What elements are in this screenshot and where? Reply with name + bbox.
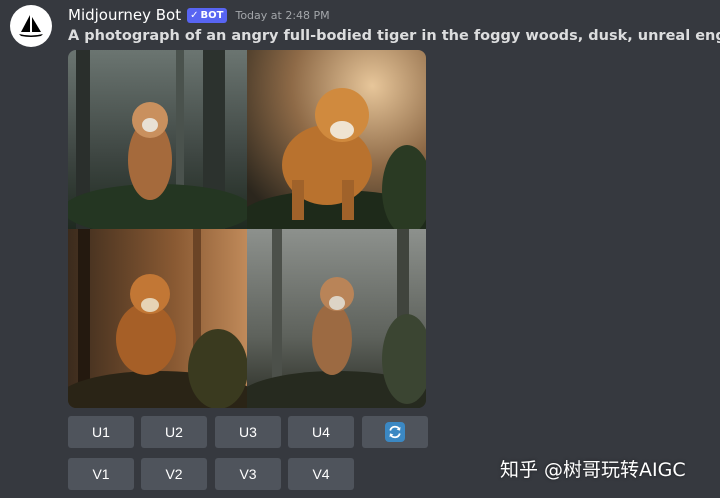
author-name[interactable]: Midjourney Bot: [68, 6, 181, 24]
message-header: Midjourney Bot ✓ BOT Today at 2:48 PM: [68, 5, 330, 25]
upscale-button-4[interactable]: U4: [288, 416, 354, 448]
avatar[interactable]: [10, 5, 52, 47]
variation-button-4[interactable]: V4: [288, 458, 354, 490]
bot-badge: ✓ BOT: [187, 7, 228, 23]
variation-button-3[interactable]: V3: [215, 458, 281, 490]
variation-button-1[interactable]: V1: [68, 458, 134, 490]
image-grid[interactable]: [68, 50, 426, 408]
refresh-icon: [385, 422, 405, 442]
image-tile-1[interactable]: [68, 50, 247, 229]
upscale-button-1[interactable]: U1: [68, 416, 134, 448]
verified-check-icon: ✓: [190, 9, 199, 21]
image-tile-2[interactable]: [247, 50, 426, 229]
image-tile-3[interactable]: [68, 229, 247, 408]
timestamp: Today at 2:48 PM: [235, 8, 330, 22]
reroll-button[interactable]: [362, 416, 428, 448]
variation-button-2[interactable]: V2: [141, 458, 207, 490]
upscale-button-3[interactable]: U3: [215, 416, 281, 448]
sailboat-icon: [19, 15, 43, 37]
upscale-button-2[interactable]: U2: [141, 416, 207, 448]
image-tile-4[interactable]: [247, 229, 426, 408]
badge-label: BOT: [200, 9, 224, 21]
prompt-content: A photograph of an angry full-bodied tig…: [68, 28, 720, 44]
watermark: 知乎 @树哥玩转AIGC: [500, 459, 686, 481]
prompt-text: A photograph of an angry full-bodied tig…: [68, 26, 720, 46]
